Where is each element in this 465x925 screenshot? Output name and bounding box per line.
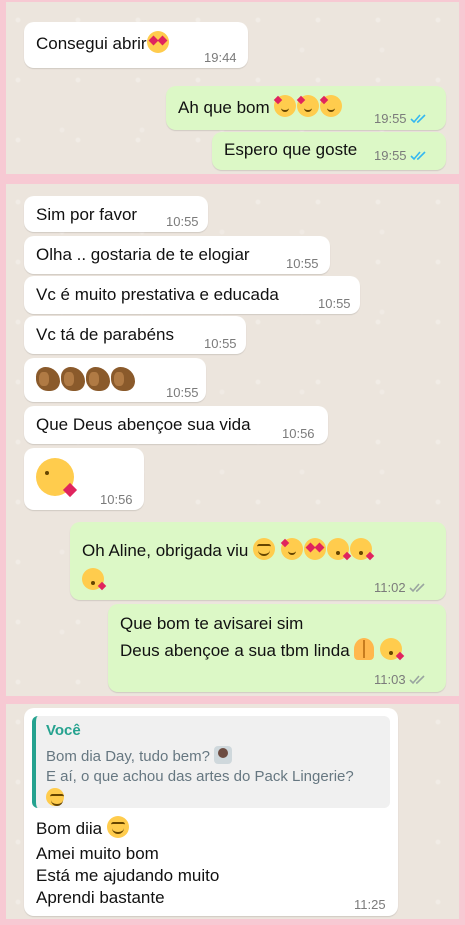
read-ticks-icon: [409, 151, 426, 161]
message-text: Amei muito bom: [36, 844, 159, 863]
face-blowing-kiss-icon: [36, 458, 74, 496]
message-time: 19:44: [204, 50, 237, 65]
message-text: Que Deus abençoe sua vida: [36, 415, 251, 434]
quote-text: Bom dia Day, tudo bem?: [46, 748, 210, 765]
message-time: 10:55: [286, 256, 319, 271]
incoming-message[interactable]: Olha .. gostaria de te elogiar 10:55: [24, 236, 330, 274]
chat-panel-3: Você Bom dia Day, tudo bem? E aí, o que …: [6, 704, 459, 919]
outgoing-message[interactable]: Que bom te avisarei sim Deus abençoe a s…: [108, 604, 446, 692]
face-blowing-kiss-icon: [82, 568, 104, 590]
smiling-face-icon: [46, 788, 64, 806]
chat-panel-2: Sim por favor 10:55 Olha .. gostaria de …: [6, 184, 459, 696]
smiling-face-with-hearts-icon: [297, 95, 320, 117]
incoming-message[interactable]: Que Deus abençoe sua vida 10:56: [24, 406, 328, 444]
incoming-message[interactable]: Sim por favor 10:55: [24, 196, 208, 232]
message-text: Aprendi bastante: [36, 888, 165, 907]
message-time: 11:25: [354, 897, 386, 912]
message-text: Vc é muito prestativa e educada: [36, 285, 279, 304]
read-ticks-icon: [409, 583, 425, 593]
incoming-message[interactable]: Vc é muito prestativa e educada 10:55: [24, 276, 360, 314]
message-time: 19:55: [374, 111, 407, 126]
message-time: 11:03: [374, 672, 406, 687]
read-ticks-icon: [409, 675, 425, 685]
message-time: 19:55: [374, 148, 407, 163]
smiling-face-icon: [253, 538, 276, 560]
face-blowing-kiss-icon: [326, 538, 349, 560]
message-time: 11:02: [374, 580, 406, 595]
message-text: Olha .. gostaria de te elogiar: [36, 245, 250, 264]
message-text: Que bom te avisarei sim: [120, 614, 304, 633]
message-time: 10:56: [100, 492, 133, 507]
message-time: 10:55: [166, 214, 199, 229]
face-blowing-kiss-icon: [349, 538, 372, 560]
heart-eyes-icon: [303, 538, 326, 560]
read-ticks-icon: [409, 114, 426, 124]
face-blowing-kiss-icon: [380, 638, 403, 660]
message-text: Vc tá de parabéns: [36, 325, 174, 344]
message-text: Sim por favor: [36, 205, 138, 224]
outgoing-message[interactable]: Ah que bom 19:55: [166, 86, 446, 130]
clapping-hands-icon: [111, 367, 135, 391]
clapping-hands-icon: [61, 367, 85, 391]
message-time: 10:55: [318, 296, 351, 311]
smiling-face-with-hearts-icon: [320, 95, 343, 117]
message-text: Bom diia: [36, 819, 103, 838]
smiling-face-with-hearts-icon: [274, 95, 297, 117]
message-text: Deus abençoe a sua tbm linda: [120, 641, 350, 660]
chat-panel-1: Consegui abrir 19:44 Ah que bom 19:55 Es…: [6, 2, 459, 174]
message-text: Está me ajudando muito: [36, 866, 220, 885]
heart-eyes-icon: [146, 31, 169, 53]
folded-hands-icon: [354, 638, 375, 660]
clapping-hands-icon: [86, 367, 110, 391]
message-time: 10:56: [282, 426, 315, 441]
message-time: 10:55: [166, 385, 199, 400]
outgoing-message[interactable]: Oh Aline, obrigada viu 11:02: [70, 522, 446, 600]
message-text: Ah que bom: [178, 98, 270, 117]
smiling-face-with-hearts-icon: [280, 538, 303, 560]
smiling-face-icon: [106, 816, 129, 838]
outgoing-message[interactable]: Espero que goste 19:55: [212, 132, 446, 170]
message-text: Oh Aline, obrigada viu: [82, 541, 249, 560]
incoming-message[interactable]: Você Bom dia Day, tudo bem? E aí, o que …: [24, 708, 398, 916]
woman-technologist-icon: [214, 746, 233, 764]
incoming-message[interactable]: Consegui abrir 19:44: [24, 22, 248, 68]
incoming-message[interactable]: Vc tá de parabéns 10:55: [24, 316, 246, 354]
quote-author: Você: [46, 722, 81, 739]
message-text: Consegui abrir: [36, 34, 147, 53]
clapping-hands-icon: [36, 367, 60, 391]
incoming-message[interactable]: 10:56: [24, 448, 144, 510]
message-text: Espero que goste: [224, 140, 358, 159]
quoted-message[interactable]: Você Bom dia Day, tudo bem? E aí, o que …: [32, 716, 390, 808]
incoming-message[interactable]: 10:55: [24, 358, 206, 402]
message-time: 10:55: [204, 336, 237, 351]
quote-text: E aí, o que achou das artes do Pack Ling…: [46, 768, 354, 785]
